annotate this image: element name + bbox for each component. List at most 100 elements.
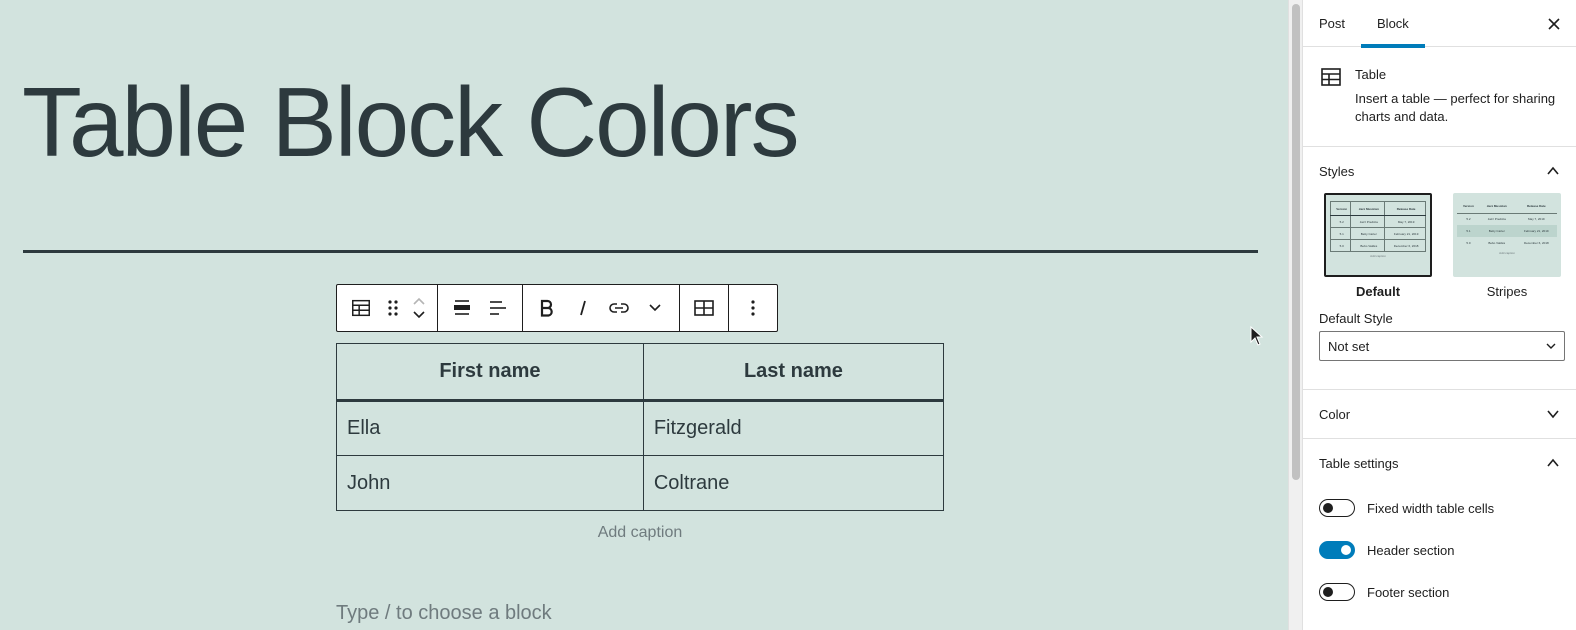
bold-button[interactable] bbox=[529, 290, 565, 326]
preview-header-cell: Release Date bbox=[1384, 201, 1426, 216]
close-sidebar-button[interactable] bbox=[1542, 12, 1566, 36]
tab-block[interactable]: Block bbox=[1361, 0, 1425, 48]
edit-table-icon bbox=[694, 300, 714, 316]
fixed-width-toggle[interactable] bbox=[1319, 499, 1355, 517]
move-up-icon[interactable] bbox=[412, 297, 426, 305]
preview-cell: Betty Carter bbox=[1350, 227, 1386, 240]
style-preview-table: Version Jazz Musician Release Date 5.2 Jazz… bbox=[1457, 199, 1557, 249]
italic-icon bbox=[580, 300, 586, 316]
preview-header-cell: Version bbox=[1329, 201, 1352, 216]
toggle-row-footer-section: Footer section bbox=[1303, 571, 1576, 613]
table-cell[interactable]: John bbox=[336, 455, 644, 511]
toolbar-group-align bbox=[438, 285, 523, 331]
mouse-pointer-icon bbox=[1250, 326, 1264, 346]
move-down-icon[interactable] bbox=[412, 311, 426, 319]
table-header-cell[interactable]: Last name bbox=[642, 343, 945, 402]
styles-panel: Styles Version Jazz Musician Release Date … bbox=[1303, 147, 1576, 390]
header-section-toggle[interactable] bbox=[1319, 541, 1355, 559]
bold-icon bbox=[540, 299, 553, 317]
color-panel: Color bbox=[1303, 390, 1576, 439]
table-cell[interactable]: Coltrane bbox=[642, 455, 945, 511]
tab-post[interactable]: Post bbox=[1303, 0, 1361, 47]
toggle-label: Fixed width table cells bbox=[1367, 500, 1495, 516]
more-formatting-button[interactable] bbox=[637, 290, 673, 326]
style-preview-stripes: Version Jazz Musician Release Date 5.2 Jazz… bbox=[1453, 193, 1561, 277]
post-title[interactable]: Table Block Colors bbox=[22, 64, 800, 182]
default-style-label: Default Style bbox=[1319, 311, 1393, 326]
default-style-value: Not set bbox=[1328, 338, 1370, 354]
block-mover bbox=[407, 286, 431, 330]
toolbar-group-table bbox=[680, 285, 729, 331]
table-settings-toggle[interactable]: Table settings bbox=[1303, 439, 1576, 487]
preview-cell: May 7, 2019 bbox=[1384, 215, 1426, 228]
align-wide-button[interactable] bbox=[444, 290, 480, 326]
table-cell[interactable]: Fitzgerald bbox=[642, 400, 945, 456]
scrollbar-thumb[interactable] bbox=[1292, 4, 1300, 480]
styles-panel-body: Version Jazz Musician Release Date 5.2 Jazz… bbox=[1303, 181, 1576, 389]
table-caption[interactable]: Add caption bbox=[336, 524, 944, 542]
link-button[interactable] bbox=[601, 290, 637, 326]
block-card-title: Table bbox=[1355, 67, 1387, 82]
block-appender[interactable]: Type / to choose a block bbox=[336, 602, 552, 625]
preview-cell: 5.1 bbox=[1329, 227, 1352, 240]
style-option-stripes[interactable]: Version Jazz Musician Release Date 5.2 Jazz… bbox=[1453, 193, 1561, 299]
preview-cell: 5.0 bbox=[1329, 239, 1352, 252]
block-card-description: Insert a table — perfect for sharing cha… bbox=[1355, 91, 1556, 124]
table-cell[interactable]: Ella bbox=[336, 400, 644, 456]
preview-header-cell: Release Date bbox=[1513, 199, 1557, 214]
close-icon bbox=[1548, 18, 1560, 30]
canvas-scrollbar[interactable] bbox=[1288, 0, 1302, 630]
edit-table-button[interactable] bbox=[686, 290, 722, 326]
table-settings-title: Table settings bbox=[1319, 455, 1399, 471]
color-panel-title: Color bbox=[1319, 406, 1351, 422]
default-style-select[interactable]: Not set bbox=[1319, 331, 1565, 361]
footer-section-toggle[interactable] bbox=[1319, 583, 1355, 601]
preview-header-cell: Jazz Musician bbox=[1477, 199, 1514, 214]
table-icon bbox=[352, 299, 370, 317]
style-preview-table: Version Jazz Musician Release Date 5.2 Jazz… bbox=[1329, 201, 1426, 252]
toolbar-group-block bbox=[337, 285, 438, 331]
text-align-button[interactable] bbox=[480, 290, 516, 326]
table-row: Ella Fitzgerald bbox=[336, 400, 945, 456]
table-header-row: First name Last name bbox=[336, 343, 945, 402]
style-option-default[interactable]: Version Jazz Musician Release Date 5.2 Jazz… bbox=[1324, 193, 1432, 299]
link-icon bbox=[609, 303, 629, 313]
align-wide-icon bbox=[454, 300, 470, 315]
table-row: John Coltrane bbox=[336, 455, 945, 511]
table-block: First name Last name Ella Fitzgerald Joh… bbox=[336, 343, 945, 511]
preview-cell: 5.0 bbox=[1466, 241, 1471, 245]
color-panel-toggle[interactable]: Color bbox=[1303, 390, 1576, 438]
block-card: Table Insert a table — perfect for shari… bbox=[1303, 47, 1576, 147]
preview-header-cell: Version bbox=[1457, 199, 1478, 214]
preview-cell: Jazz Predicta bbox=[1487, 217, 1506, 222]
preview-caption: Add caption bbox=[1499, 251, 1515, 255]
toggle-label: Footer section bbox=[1367, 584, 1450, 600]
table-header-cell[interactable]: First name bbox=[336, 343, 644, 402]
table-block-button[interactable] bbox=[343, 290, 379, 326]
style-label-stripes: Stripes bbox=[1486, 284, 1528, 299]
text-align-left-icon bbox=[490, 301, 506, 315]
preview-cell: 5.2 bbox=[1466, 217, 1471, 222]
toggle-label: Header section bbox=[1367, 542, 1455, 558]
preview-header-cell: Jazz Musician bbox=[1350, 201, 1386, 216]
style-label-default: Default bbox=[1355, 284, 1401, 299]
preview-cell: Jazz Predicta bbox=[1350, 215, 1386, 228]
table-settings-panel: Table settings Fixed width table cells H… bbox=[1303, 439, 1576, 613]
chevron-down-icon bbox=[1546, 343, 1556, 349]
preview-cell: 5.2 bbox=[1329, 215, 1352, 228]
drag-handle-button[interactable] bbox=[379, 290, 407, 326]
preview-cell: May 7, 2019 bbox=[1528, 217, 1545, 222]
preview-cell: Betty Carter bbox=[1477, 225, 1514, 237]
preview-cell: 5.1 bbox=[1457, 225, 1478, 237]
separator-block[interactable] bbox=[23, 250, 1258, 253]
preview-cell: December 6, 2018 bbox=[1523, 241, 1549, 245]
toggle-row-header-section: Header section bbox=[1303, 529, 1576, 571]
chevron-down-icon bbox=[1547, 410, 1559, 419]
chevron-up-icon bbox=[1547, 166, 1559, 175]
chevron-up-icon bbox=[1547, 458, 1559, 467]
toolbar-group-format bbox=[523, 285, 680, 331]
preview-cell: Bebo Valdés bbox=[1488, 241, 1506, 245]
block-options-button[interactable] bbox=[735, 290, 771, 326]
drag-handle-icon bbox=[388, 300, 398, 316]
italic-button[interactable] bbox=[565, 290, 601, 326]
